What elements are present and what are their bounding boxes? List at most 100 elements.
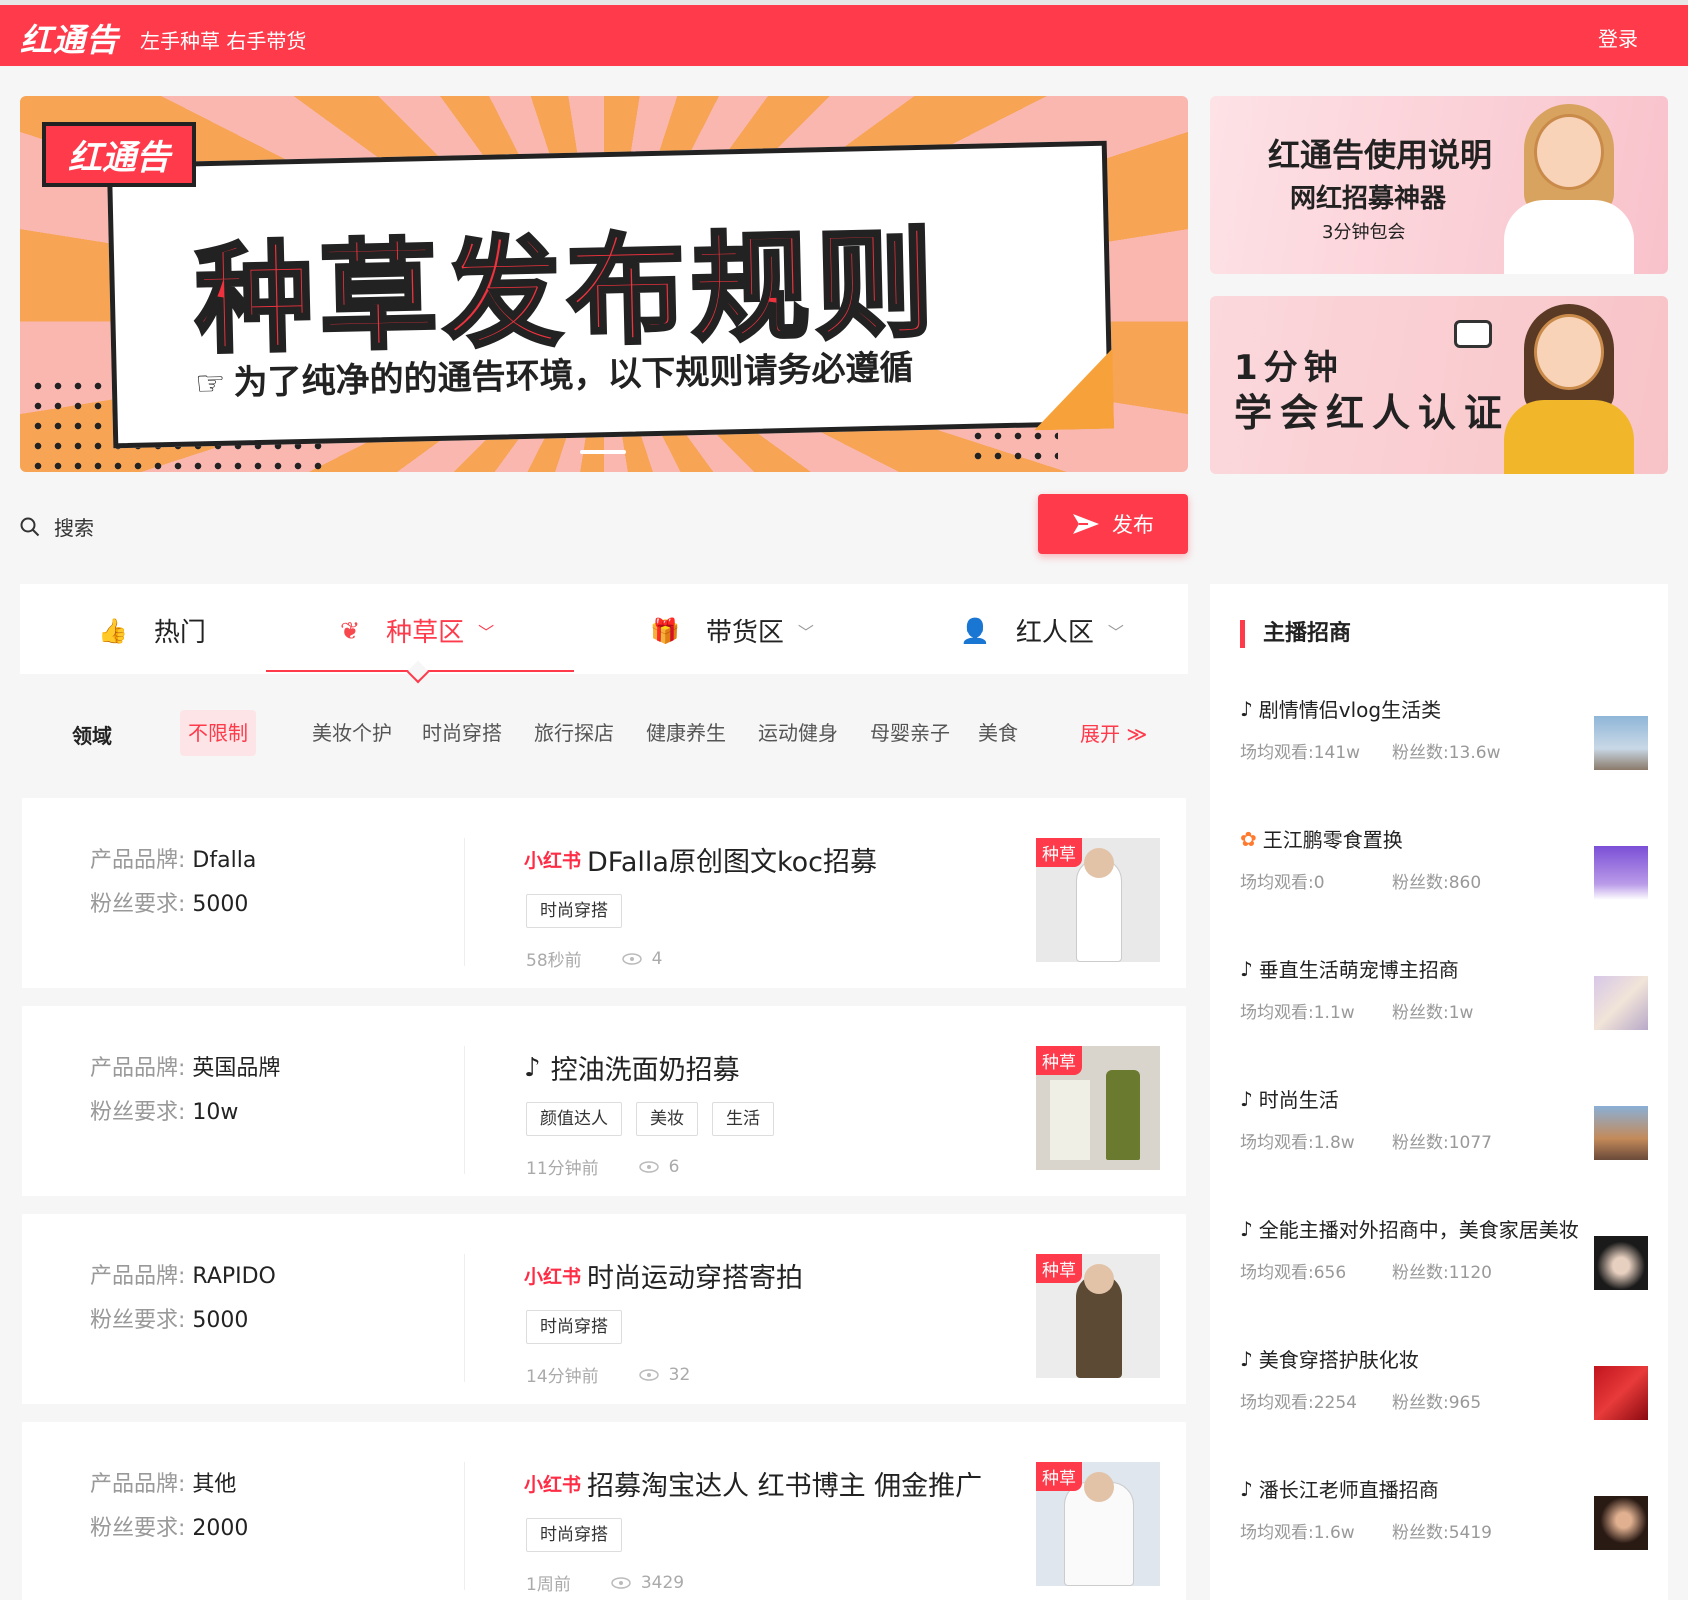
main-banner[interactable]: 红通告 种草发布规则 ☞ 为了纯净的的通告环境，以下规则请务必遵循 — [20, 96, 1188, 472]
view-count: 4 — [651, 948, 663, 969]
search-label: 搜索 — [54, 516, 94, 540]
tag: 颜值达人 — [526, 1102, 622, 1136]
card-meta: 1周前 3429 — [526, 1570, 684, 1596]
card-thumbnail[interactable]: 种草 — [1036, 1254, 1160, 1378]
side-banner-verify[interactable]: 1分钟 学会红人认证 — [1210, 296, 1668, 474]
anchor-item[interactable]: ♪ 潘长江老师直播招商 场均观看:1.6w 粉丝数:5419 — [1240, 1474, 1650, 1574]
anchor-name-row: ♪ 全能主播对外招商中，美食家居美妆 — [1240, 1216, 1579, 1243]
gift-icon: 🎁 — [650, 616, 680, 645]
anchor-name-row: ♪ 剧情情侣vlog生活类 — [1240, 696, 1442, 723]
anchor-item[interactable]: ♪ 时尚生活 场均观看:1.8w 粉丝数:1077 — [1240, 1084, 1650, 1184]
divider — [464, 1462, 465, 1590]
douyin-icon: ♪ — [1240, 1086, 1253, 1111]
expand-button[interactable]: 展开 ≫ — [1080, 718, 1147, 747]
tab-influencer[interactable]: 👤 红人区 ﹀ — [960, 612, 1124, 649]
tag-list: 颜值达人 美妆 生活 — [526, 1102, 788, 1136]
anchor-stats: 场均观看:1.1w 粉丝数:1w — [1240, 1003, 1474, 1023]
side-banner-note: 3分钟包会 — [1322, 222, 1406, 243]
anchor-item[interactable]: ♪ 垂直生活萌宠博主招商 场均观看:1.1w 粉丝数:1w — [1240, 954, 1650, 1054]
campaign-card[interactable]: 产品品牌: Dfalla 粉丝要求: 5000 小红书 DFalla原创图文koc… — [22, 798, 1186, 988]
tag: 时尚穿搭 — [526, 894, 622, 928]
anchor-item[interactable]: ✿ 王江鹏零食置换 场均观看:0 粉丝数:860 — [1240, 824, 1650, 924]
fans-row: 粉丝要求: 2000 — [90, 1516, 249, 1541]
side-banner-guide[interactable]: 红通告使用说明 网红招募神器 3分钟包会 — [1210, 96, 1668, 274]
anchor-stats: 场均观看:141w 粉丝数:13.6w — [1240, 743, 1501, 763]
filter-option[interactable]: 健康养生 — [646, 710, 726, 756]
tag: 美妆 — [636, 1102, 698, 1136]
post-time: 11分钟前 — [526, 1159, 599, 1179]
divider — [464, 838, 465, 966]
tag-list: 时尚穿搭 — [526, 1310, 636, 1344]
slogan: 左手种草 右手带货 — [140, 29, 307, 53]
tab-seeding[interactable]: ❦ 种草区 ﹀ — [340, 612, 494, 649]
filter-option[interactable]: 母婴亲子 — [870, 710, 950, 756]
post-time: 1周前 — [526, 1575, 571, 1595]
carousel-indicator[interactable] — [580, 450, 626, 454]
card-thumbnail[interactable]: 种草 — [1036, 1462, 1160, 1586]
active-tab-caret — [406, 660, 430, 684]
campaign-card[interactable]: 产品品牌: 其他 粉丝要求: 2000 小红书 招募淘宝达人 红书博主 佣金推广 … — [22, 1422, 1186, 1600]
card-meta: 14分钟前 32 — [526, 1362, 691, 1388]
card-thumbnail[interactable]: 种草 — [1036, 1046, 1160, 1170]
eye-icon — [638, 1160, 659, 1173]
douyin-icon: ♪ — [1240, 696, 1253, 721]
xiaohongshu-icon: 小红书 — [524, 1474, 582, 1496]
card-title[interactable]: 小红书 时尚运动穿搭寄拍 — [524, 1256, 803, 1295]
filter-option[interactable]: 美食 — [978, 710, 1018, 756]
login-link[interactable]: 登录 — [1598, 23, 1638, 52]
anchor-name-row: ♪ 垂直生活萌宠博主招商 — [1240, 956, 1459, 983]
douyin-icon: ♪ — [1240, 1476, 1253, 1501]
douyin-icon: ♪ — [524, 1052, 541, 1083]
card-title[interactable]: 小红书 招募淘宝达人 红书博主 佣金推广 — [524, 1464, 982, 1503]
post-time: 58秒前 — [526, 951, 582, 971]
panel-title: 主播招商 — [1240, 620, 1351, 648]
fans-row: 粉丝要求: 5000 — [90, 892, 249, 917]
domain-filter: 领域 不限制 美妆个护 时尚穿搭 旅行探店 健康养生 运动健身 母婴亲子 美食 … — [20, 700, 1188, 760]
filter-option-unlimited[interactable]: 不限制 — [180, 710, 256, 756]
card-title[interactable]: ♪ 控油洗面奶招募 — [524, 1048, 740, 1087]
side-banner-subtitle: 学会红人认证 — [1234, 391, 1511, 435]
tag: 时尚穿搭 — [526, 1518, 622, 1552]
filter-option[interactable]: 运动健身 — [758, 710, 838, 756]
anchor-item[interactable]: ♪ 剧情情侣vlog生活类 场均观看:141w 粉丝数:13.6w — [1240, 694, 1650, 794]
eye-icon — [638, 1368, 659, 1381]
side-banner-title: 红通告使用说明 — [1268, 136, 1493, 174]
xiaohongshu-icon: 小红书 — [524, 850, 582, 872]
campaign-card[interactable]: 产品品牌: RAPIDO 粉丝要求: 5000 小红书 时尚运动穿搭寄拍 时尚穿搭… — [22, 1214, 1186, 1404]
card-meta: 11分钟前 6 — [526, 1154, 679, 1180]
publish-label: 发布 — [1112, 513, 1154, 537]
fans-row: 粉丝要求: 5000 — [90, 1308, 249, 1333]
avatar — [1594, 976, 1648, 1030]
publish-button[interactable]: 发布 — [1038, 494, 1188, 554]
anchor-stats: 场均观看:2254 粉丝数:965 — [1240, 1393, 1482, 1413]
filter-option[interactable]: 时尚穿搭 — [422, 710, 502, 756]
chevron-down-icon: ﹀ — [1107, 622, 1124, 642]
banner-badge: 红通告 — [42, 122, 196, 187]
fans-value: 5000 — [192, 1308, 249, 1333]
logo[interactable]: 红通告 — [20, 15, 119, 61]
campaign-card[interactable]: 产品品牌: 英国品牌 粉丝要求: 10w ♪ 控油洗面奶招募 颜值达人 美妆 生活… — [22, 1006, 1186, 1196]
filter-option[interactable]: 旅行探店 — [534, 710, 614, 756]
anchor-item[interactable]: ♪ 美食穿搭护肤化妆 场均观看:2254 粉丝数:965 — [1240, 1344, 1650, 1444]
chevron-down-icon: ﹀ — [478, 622, 495, 642]
tab-label: 种草区 — [386, 618, 465, 648]
seeding-badge: 种草 — [1036, 1046, 1082, 1075]
anchor-recruit-panel: 主播招商 ♪ 剧情情侣vlog生活类 场均观看:141w 粉丝数:13.6w ✿ 王江… — [1210, 584, 1668, 1600]
search-button[interactable]: 搜索 — [20, 512, 94, 541]
fans-value: 5000 — [192, 892, 249, 917]
card-title[interactable]: 小红书 DFalla原创图文koc招募 — [524, 840, 877, 879]
chevron-down-icon: ﹀ — [797, 622, 814, 642]
tab-hot[interactable]: 👍 热门 — [98, 612, 206, 649]
filter-option[interactable]: 美妆个护 — [312, 710, 392, 756]
tv-play-icon — [1454, 320, 1492, 348]
tab-selling[interactable]: 🎁 带货区 ﹀ — [650, 612, 814, 649]
brand-value: 英国品牌 — [192, 1056, 281, 1081]
brand-value: Dfalla — [192, 848, 257, 873]
anchor-name-row: ♪ 潘长江老师直播招商 — [1240, 1476, 1439, 1503]
brand-value: RAPIDO — [192, 1264, 276, 1289]
view-count: 32 — [668, 1364, 691, 1385]
tag: 生活 — [712, 1102, 774, 1136]
card-thumbnail[interactable]: 种草 — [1036, 838, 1160, 962]
anchor-item[interactable]: ♪ 全能主播对外招商中，美食家居美妆 场均观看:656 粉丝数:1120 — [1240, 1214, 1650, 1314]
tab-label: 红人区 — [1015, 618, 1094, 648]
